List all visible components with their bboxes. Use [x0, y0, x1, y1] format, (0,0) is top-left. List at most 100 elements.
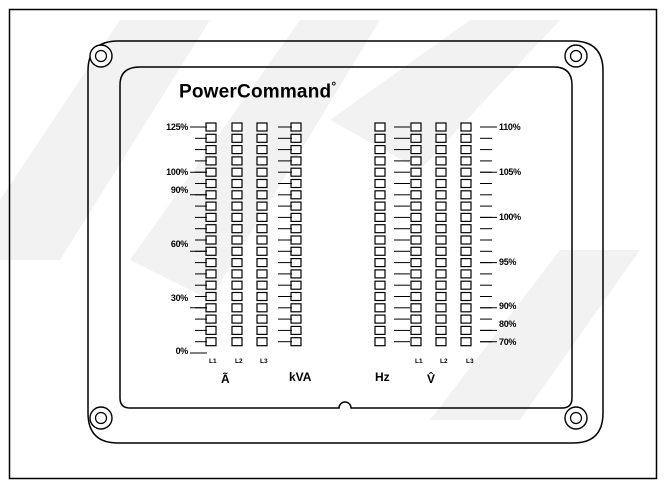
led-indicator [374, 235, 386, 245]
led-indicator [374, 178, 386, 189]
led-indicator [374, 291, 386, 302]
led-indicator [410, 212, 422, 222]
led-indicator [205, 122, 217, 132]
led-indicator [205, 212, 217, 222]
current-unit-label: Ã [221, 372, 230, 386]
phase-label: L3 [260, 358, 268, 365]
led-indicator [460, 122, 472, 132]
led-indicator [256, 235, 268, 245]
led-indicator [205, 190, 217, 200]
led-indicator [231, 224, 243, 234]
led-indicator [231, 178, 243, 189]
right-scale-label: 80% [499, 319, 517, 329]
phase-label: L2 [440, 358, 448, 365]
hz-unit-label: Hz [375, 370, 390, 384]
led-indicator [256, 224, 268, 234]
led-indicator [374, 201, 386, 211]
left-scale-label: 90% [170, 185, 188, 195]
led-indicator [435, 190, 447, 200]
led-indicator [256, 246, 268, 256]
led-indicator [460, 303, 472, 313]
screw-top-right-icon [564, 44, 588, 68]
led-indicator [435, 303, 447, 313]
led-indicator [205, 156, 217, 166]
led-indicator [374, 280, 386, 290]
led-indicator [205, 133, 217, 143]
right-scale-label: 110% [499, 122, 521, 132]
led-indicator [410, 235, 422, 245]
control-panel-diagram [8, 8, 658, 480]
right-scale-label: 95% [499, 257, 517, 267]
phase-label: L2 [235, 358, 243, 365]
led-indicator [205, 201, 217, 211]
led-indicator [374, 190, 386, 200]
led-indicator [374, 325, 386, 335]
led-indicator [231, 122, 243, 132]
led-indicator [435, 212, 447, 222]
led-indicator [410, 337, 422, 347]
screw-bottom-right-icon [564, 406, 588, 430]
led-indicator [374, 269, 386, 279]
led-indicator [290, 325, 302, 335]
brand-logo: PowerCommand° [179, 79, 337, 103]
led-indicator [374, 246, 386, 256]
led-indicator [205, 314, 217, 324]
led-indicator [205, 291, 217, 302]
led-indicator [290, 303, 302, 313]
led-indicator [231, 337, 243, 347]
right-scale-label: 90% [499, 301, 517, 311]
led-indicator [435, 122, 447, 132]
left-scale-label: 125% [166, 122, 188, 132]
led-indicator [205, 178, 217, 189]
led-indicator [256, 133, 268, 143]
led-indicator [290, 190, 302, 200]
led-indicator [256, 156, 268, 166]
led-indicator [435, 246, 447, 256]
led-indicator [256, 167, 268, 177]
led-indicator [435, 133, 447, 143]
phase-label: L1 [209, 358, 217, 365]
led-indicator [290, 224, 302, 234]
led-indicator [231, 201, 243, 211]
led-indicator [435, 337, 447, 347]
led-indicator [435, 314, 447, 324]
led-indicator [435, 258, 447, 268]
led-indicator [410, 167, 422, 177]
led-indicator [290, 280, 302, 290]
led-indicator [435, 156, 447, 166]
led-indicator [290, 167, 302, 177]
led-indicator [231, 145, 243, 155]
led-indicator [290, 235, 302, 245]
led-indicator [460, 325, 472, 335]
led-indicator [256, 314, 268, 324]
screw-top-left-icon [89, 44, 113, 68]
led-indicator [256, 258, 268, 268]
led-indicator [231, 314, 243, 324]
led-indicator [410, 303, 422, 313]
led-indicator [460, 190, 472, 200]
led-indicator [460, 291, 472, 302]
led-indicator [410, 145, 422, 155]
led-indicator [374, 314, 386, 324]
led-indicator [410, 156, 422, 166]
led-indicator [374, 337, 386, 347]
led-indicator [410, 201, 422, 211]
led-indicator [435, 178, 447, 189]
led-indicator [410, 224, 422, 234]
led-indicator [290, 246, 302, 256]
led-indicator [460, 156, 472, 166]
led-indicator [374, 303, 386, 313]
led-indicator [460, 246, 472, 256]
led-indicator [435, 145, 447, 155]
led-indicator [435, 280, 447, 290]
led-indicator [435, 235, 447, 245]
led-indicator [205, 258, 217, 268]
kva-unit-label: kVA [289, 370, 312, 384]
led-indicator [231, 269, 243, 279]
left-scale-label: 30% [170, 293, 188, 303]
led-indicator [460, 337, 472, 347]
led-indicator [374, 122, 386, 132]
led-indicator [435, 201, 447, 211]
led-indicator [410, 280, 422, 290]
led-indicator [435, 224, 447, 234]
